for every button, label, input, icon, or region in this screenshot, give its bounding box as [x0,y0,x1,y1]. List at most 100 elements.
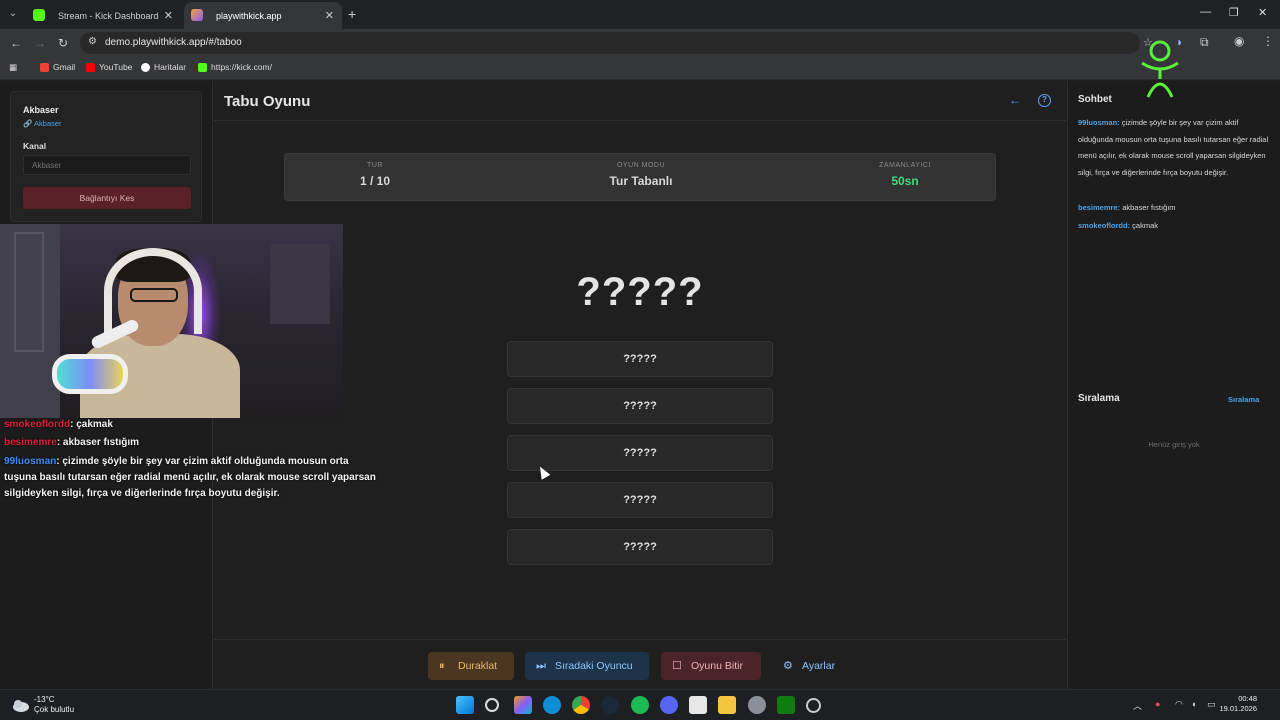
tab-search-button[interactable]: ⌄ [4,5,22,23]
bookmark-gmail[interactable]: Gmail [40,62,75,73]
apps-grid-icon[interactable]: ▦ [9,62,17,73]
chat-text: akbaser fıstığım [1120,203,1176,212]
xbox-icon[interactable] [777,696,795,714]
weather-desc: Çok bulutlu [34,705,75,714]
taboo-word-card: ????? [507,482,773,518]
game-controls: ⏸ Duraklat ⏭ Sıradaki Oyuncu ☐ Oyunu Bitir … [214,639,1066,689]
spotify-icon[interactable] [631,696,649,714]
volume-icon[interactable]: ◖ [1191,699,1196,709]
webcam-door [14,232,44,352]
wifi-icon[interactable]: ◠ [1175,699,1183,710]
channel-label: Kanal [23,141,47,151]
windows-taskbar: -13°C Çok bulutlu ︿ ● ◠ ◖ ▭ 00:48 19.01.… [0,689,1280,720]
disconnect-button[interactable]: Bağlantıyı Kes [23,187,191,209]
battery-icon[interactable]: ▭ [1207,699,1216,710]
overlay-chat-line: besimemre: akbaser fıstığım [4,435,139,451]
close-tab-icon[interactable]: ✕ [325,9,334,22]
overlay-chat-user: 99luosman [4,456,57,467]
bookmark-kick[interactable]: https://kick.com/ [198,62,272,73]
site-info-icon[interactable]: ⚙ [88,36,97,47]
kick-favicon-icon [33,9,45,21]
app-icon[interactable] [689,696,707,714]
overlay-chat-line: 99luosman: çizimde şöyle bir şey var çiz… [4,454,384,502]
back-arrow-icon[interactable]: ← [1009,93,1021,107]
tray-overflow-icon[interactable]: ︿ [1133,699,1142,712]
gmail-icon [40,63,49,73]
close-window-button[interactable]: ✕ [1258,6,1267,19]
settings-gear-icon[interactable] [748,696,766,714]
pause-button[interactable]: ⏸ Duraklat [428,652,514,680]
bookmark-youtube[interactable]: YouTube [86,62,132,73]
close-tab-icon[interactable]: ✕ [164,9,173,22]
menu-icon[interactable]: ⋮ [1262,34,1274,48]
bookmark-maps[interactable]: Haritalar [141,62,186,73]
discord-icon[interactable] [660,696,678,714]
mode-stat: OYUN MODU Tur Tabanlı [555,162,727,188]
system-clock[interactable]: 00:48 19.01.2026 [1219,694,1257,714]
chat-username[interactable]: besimemre: [1078,203,1120,212]
clock-date: 19.01.2026 [1219,704,1257,713]
overlay-chat-user: besimemre [4,437,57,448]
windows-start-icon[interactable] [456,696,474,714]
overlay-chat-text: : çizimde şöyle bir şey var çizim aktif … [4,456,376,499]
ranking-title: Sıralama [1078,393,1120,404]
settings-button[interactable]: ⚙ Ayarlar [772,652,852,680]
round-stat: TUR 1 / 10 [325,162,425,188]
next-player-button[interactable]: ⏭ Sıradaki Oyuncu [525,652,649,680]
chat-username[interactable]: 99luosman: [1078,118,1120,127]
app-circle-icon[interactable] [806,698,821,713]
maximize-button[interactable]: ❐ [1229,6,1239,19]
round-label: TUR [367,162,383,169]
tab-playwithkick[interactable]: playwithkick.app ✕ [184,2,342,29]
gear-icon: ⚙ [783,660,793,672]
reload-icon[interactable]: ↻ [58,36,68,50]
minimize-button[interactable]: — [1200,6,1211,18]
mode-value: Tur Tabanlı [609,174,673,188]
streamer-name: Akbaser [23,105,59,115]
forward-icon[interactable]: → [34,36,46,50]
kick-icon [198,63,207,73]
copilot-icon[interactable] [514,696,532,714]
cloud-icon[interactable] [10,696,30,714]
overlay-chat-text: : akbaser fıstığım [56,437,140,448]
end-game-button[interactable]: ☐ Oyunu Bitir [661,652,761,680]
edge-icon[interactable] [543,696,561,714]
chat-title: Sohbet [1078,94,1112,105]
webcam-shelf [270,244,330,324]
tab-kick-dashboard[interactable]: Stream - Kick Dashboard ✕ [26,2,181,29]
microphone-icon[interactable]: ● [1155,699,1160,709]
tab-label: Stream - Kick Dashboard [58,11,159,21]
tab-label: playwithkick.app [216,11,282,21]
webcam-overlay [0,224,343,418]
chat-username[interactable]: smokeoflordd: [1078,221,1130,230]
chat-message: 99luosman: çizimde şöyle bir şey var çiz… [1078,115,1270,181]
browser-toolbar: ← → ↻ ⚙ demo.playwithkick.app/#/taboo ☆ … [0,29,1280,56]
back-icon[interactable]: ← [10,36,22,50]
mode-label: OYUN MODU [616,162,666,169]
clock-time: 00:48 [1238,694,1257,703]
extensions-icon[interactable]: ⧉ [1200,35,1209,50]
browser-tab-bar: ⌄ Stream - Kick Dashboard ✕ playwithkick… [0,0,1280,29]
right-panel: Sohbet 99luosman: çizimde şöyle bir şey … [1067,40,1280,689]
folder-icon[interactable] [718,696,736,714]
channel-input[interactable] [23,155,191,175]
chat-text: çakmak [1130,221,1159,230]
youtube-icon [86,63,95,73]
overlay-chat-line: smokeoflordd: çakmak [4,417,113,433]
google-icon [141,63,150,73]
steam-icon[interactable] [601,696,619,714]
address-bar[interactable]: ⚙ demo.playwithkick.app/#/taboo ☆ [80,32,1153,54]
search-icon[interactable] [485,698,499,712]
help-icon[interactable]: ? [1038,94,1051,107]
pause-icon: ⏸ [439,660,445,672]
ranking-link[interactable]: Sıralama [1228,395,1259,404]
bookmarks-bar: ▦ Gmail YouTube Haritalar https://kick.c… [0,56,1280,80]
stop-icon: ☐ [672,660,682,672]
chrome-icon[interactable] [572,696,590,714]
skip-next-icon: ⏭ [536,660,546,672]
streamer-link[interactable]: 🔗 Akbaser [23,119,62,128]
profile-avatar[interactable]: ◉ [1234,34,1244,48]
chat-message: besimemre: akbaser fıstığım [1078,200,1270,217]
hidden-word: ????? [576,270,704,314]
new-tab-button[interactable]: + [348,6,356,22]
